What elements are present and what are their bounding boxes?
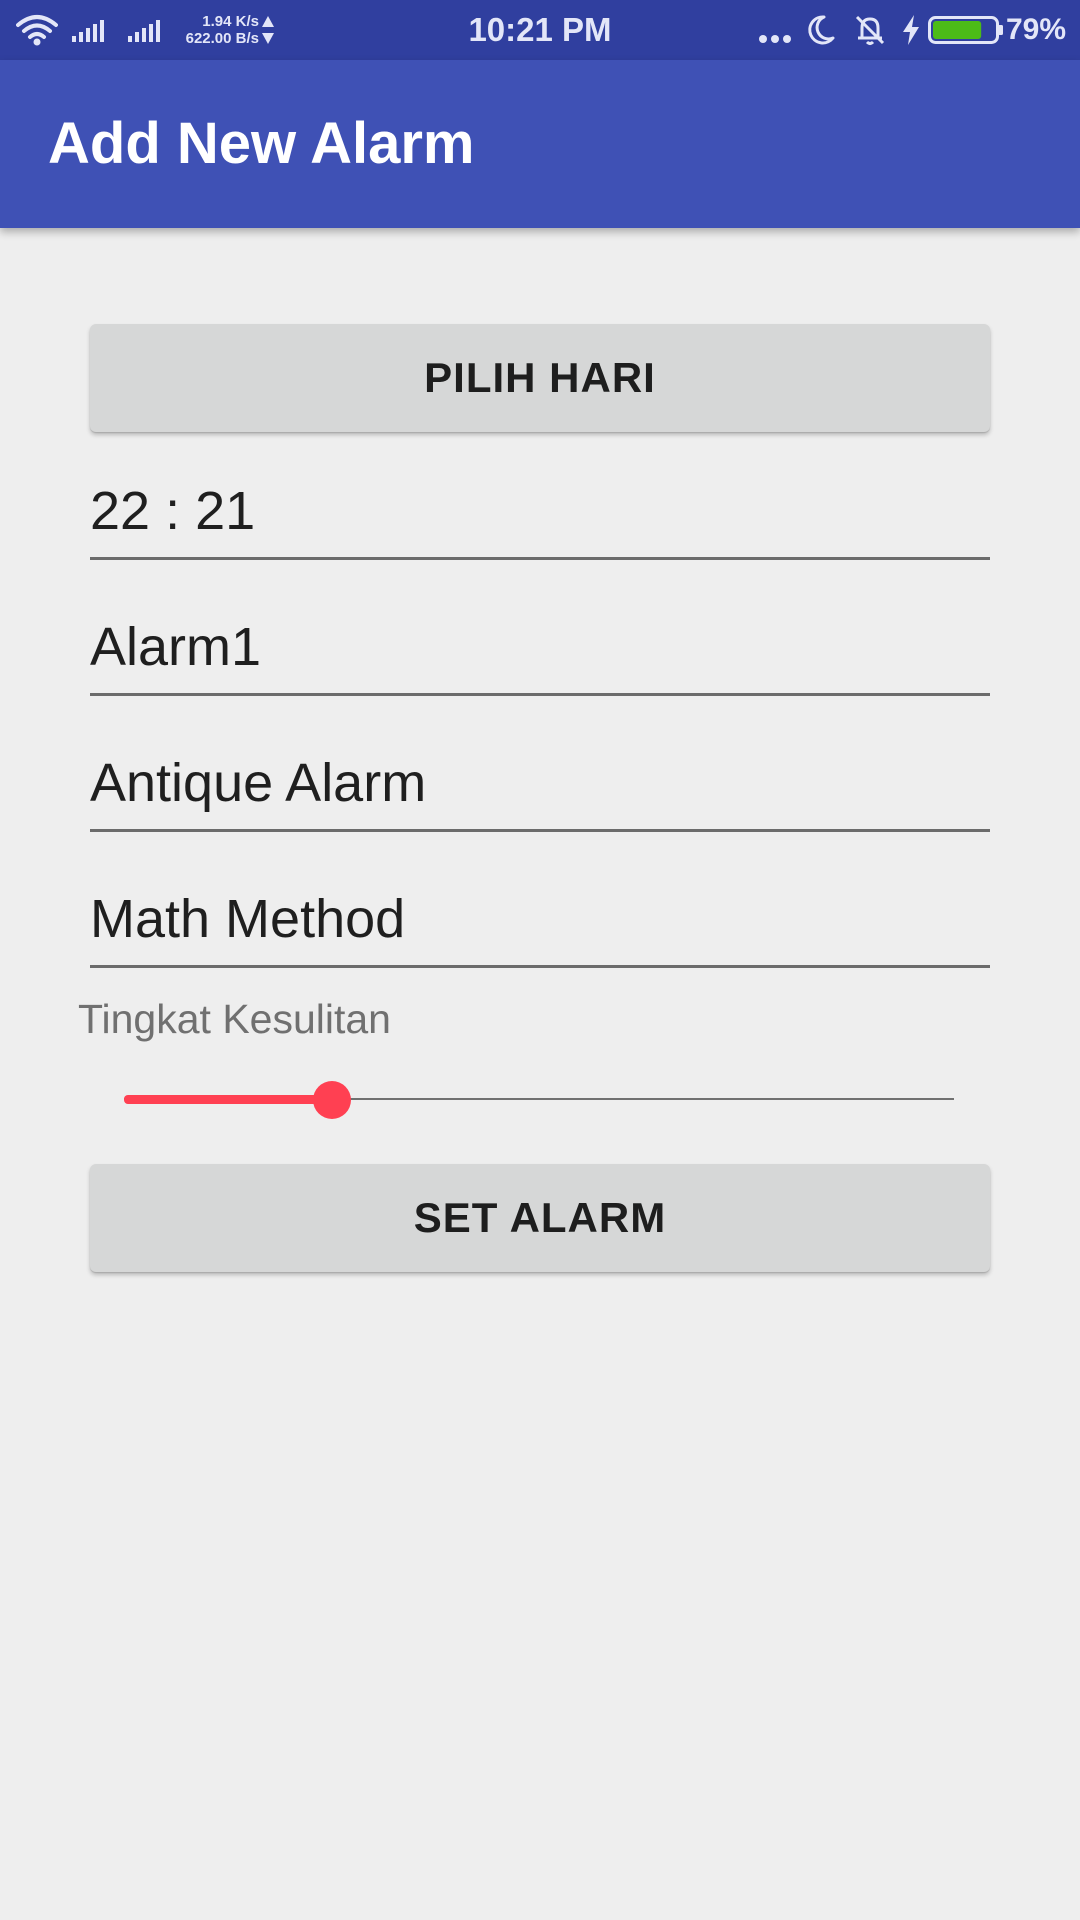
arrow-down-icon (262, 33, 274, 44)
alarm-name-field[interactable] (90, 596, 990, 696)
time-field[interactable] (90, 460, 990, 560)
signal-icon (128, 20, 160, 42)
net-down-text: 622.00 B/s (185, 30, 259, 47)
ringtone-input[interactable] (90, 743, 990, 823)
battery-percent: 79% (1006, 13, 1067, 46)
status-bar: 1.94 K/s 622.00 B/s 10:21 PM 79% (0, 0, 1080, 60)
time-input[interactable] (90, 471, 990, 551)
method-input[interactable] (90, 879, 990, 959)
app-bar: Add New Alarm (0, 60, 1080, 228)
bell-off-icon (855, 15, 885, 45)
difficulty-label: Tingkat Kesulitan (78, 996, 391, 1042)
moon-icon (808, 15, 835, 45)
signal-icon (72, 20, 104, 42)
page-title: Add New Alarm (48, 111, 475, 176)
net-up-text: 1.94 K/s (202, 13, 259, 30)
difficulty-slider[interactable] (124, 1070, 954, 1130)
slider-progress (124, 1095, 332, 1104)
wifi-icon (16, 15, 58, 46)
set-alarm-button[interactable]: SET ALARM (90, 1164, 990, 1272)
arrow-up-icon (262, 16, 274, 27)
slider-thumb[interactable] (312, 1081, 351, 1119)
ringtone-field[interactable] (90, 732, 990, 832)
more-dots-icon (759, 35, 791, 43)
battery-icon (928, 16, 1003, 44)
charging-icon (903, 15, 919, 45)
network-speed: 1.94 K/s 622.00 B/s (174, 13, 274, 47)
alarm-name-input[interactable] (90, 607, 990, 687)
method-field[interactable] (90, 868, 990, 968)
pick-day-button[interactable]: PILIH HARI (90, 324, 990, 432)
battery-fill (933, 21, 982, 39)
